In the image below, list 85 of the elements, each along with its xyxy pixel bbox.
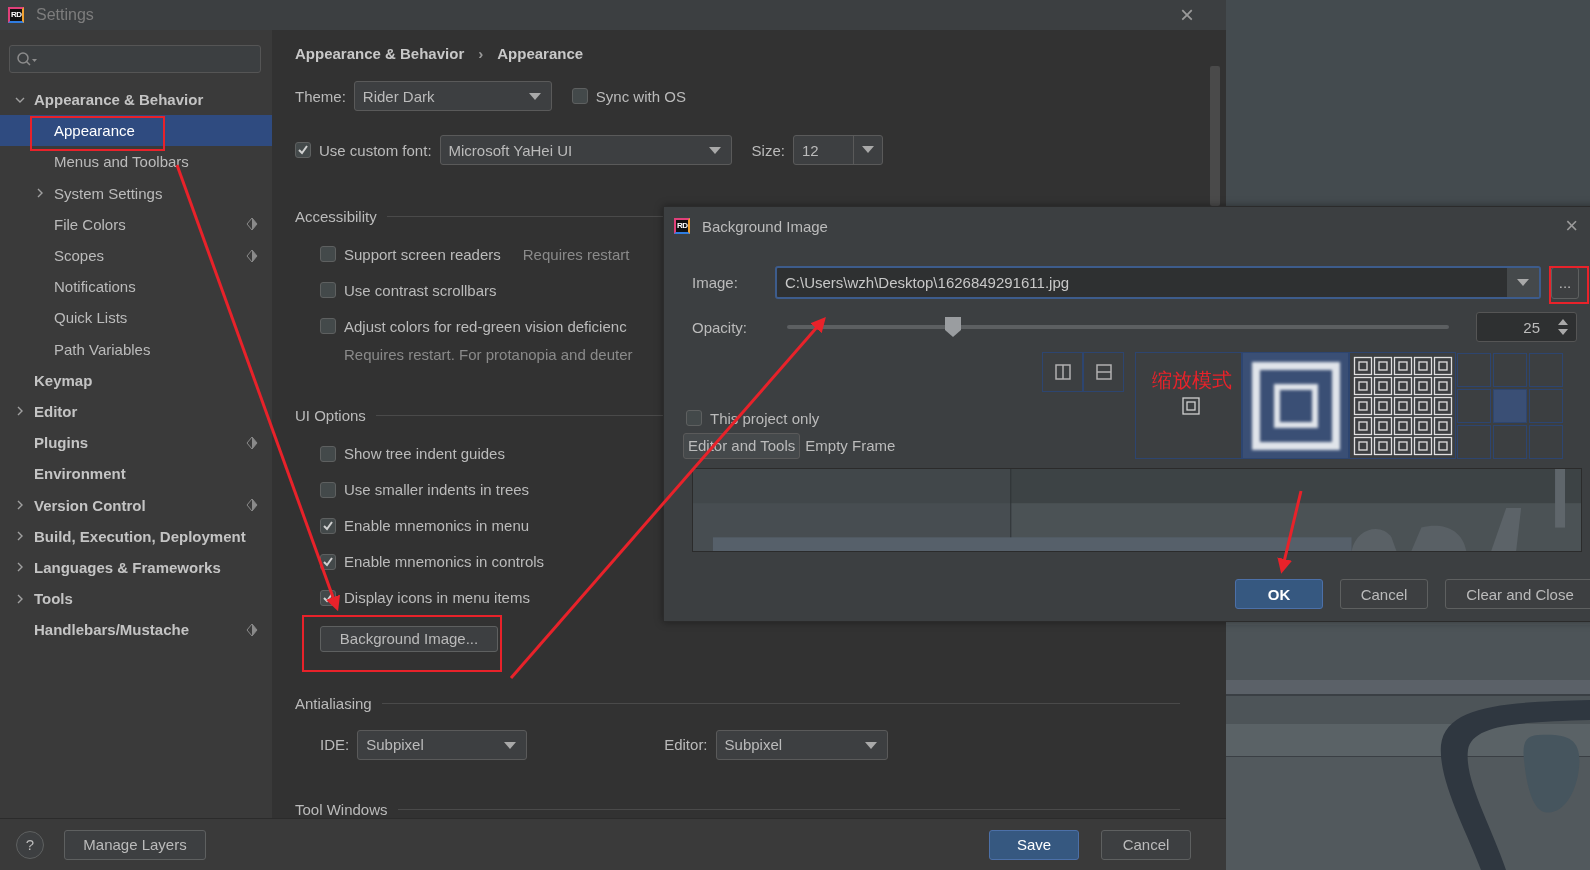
- checkbox[interactable]: [320, 481, 336, 498]
- editor-dropdown[interactable]: Subpixel: [715, 729, 888, 760]
- tree-item[interactable]: File Colors: [0, 208, 272, 240]
- checkbox[interactable]: [571, 88, 588, 105]
- flip-button[interactable]: [1042, 352, 1083, 392]
- note-text: Requires restart: [522, 245, 630, 263]
- row-split-icon: [1095, 364, 1112, 380]
- checkbox-label: Display icons in menu items: [344, 589, 530, 606]
- checkbox-label: Adjust colors for red-green vision deficienc: [344, 317, 627, 335]
- tree-item[interactable]: Notifications: [0, 271, 272, 303]
- checkbox-label: Sync with OS: [595, 87, 686, 105]
- checkbox[interactable]: [320, 246, 336, 263]
- tree-item[interactable]: Handlebars/Mustache: [0, 614, 272, 646]
- tree-item[interactable]: Editor: [0, 395, 272, 428]
- scrollbar[interactable]: [1210, 66, 1220, 206]
- checkbox-label: Show tree indent guides: [344, 445, 505, 462]
- checkbox-label: Use contrast scrollbars: [344, 281, 497, 299]
- background-image-button[interactable]: Background Image...: [320, 625, 498, 652]
- section-title: Accessibility: [295, 208, 377, 226]
- tree-item[interactable]: Tools: [0, 583, 272, 615]
- target-tab[interactable]: Empty Frame: [800, 433, 901, 459]
- tree-item[interactable]: Keymap: [0, 364, 272, 396]
- caret-icon: [708, 147, 721, 156]
- caret-icon: [861, 146, 874, 155]
- checkbox-label: Use smaller indents in trees: [344, 481, 530, 498]
- size-label: Size:: [751, 141, 785, 159]
- checkbox-label: Support screen readers: [344, 245, 501, 263]
- close-button[interactable]: ×: [1176, 3, 1198, 27]
- window-title: Settings: [36, 6, 94, 24]
- theme-dropdown[interactable]: Rider Dark: [353, 81, 552, 112]
- caret-icon: [504, 741, 517, 750]
- annotation-text: 缩放模式: [1152, 367, 1232, 394]
- editor-label: Editor:: [664, 736, 708, 754]
- app-logo: RD: [8, 7, 24, 23]
- tree-item[interactable]: Build, Execution, Deployment: [0, 520, 272, 552]
- section-title: Antialiasing: [295, 694, 372, 712]
- search-icon: [16, 51, 38, 67]
- checkbox-label: Enable mnemonics in controls: [344, 553, 545, 570]
- checkbox-label: Enable mnemonics in menu: [344, 517, 530, 534]
- manage-layers-button[interactable]: Manage Layers: [64, 829, 206, 860]
- tree-item[interactable]: Plugins: [0, 427, 272, 459]
- help-button[interactable]: ?: [16, 830, 44, 859]
- section-title: Tool Windows: [295, 800, 388, 818]
- tree-item[interactable]: Path Variables: [0, 333, 272, 365]
- font-dropdown[interactable]: Microsoft YaHei UI: [439, 135, 732, 166]
- slider-thumb[interactable]: [943, 316, 962, 338]
- tree-item[interactable]: Menus and Toolbars: [0, 146, 272, 178]
- column-split-icon: [1054, 364, 1071, 380]
- tree-item[interactable]: System Settings: [0, 177, 272, 209]
- breadcrumb-item: Appearance & Behavior: [295, 44, 465, 62]
- hint-text: Requires restart. For protanopia and deuter: [343, 345, 633, 366]
- checkbox[interactable]: [295, 142, 311, 159]
- app-logo: RD: [674, 218, 690, 234]
- tree-item[interactable]: Scopes: [0, 239, 272, 272]
- checkbox-label: This project only: [710, 409, 820, 427]
- opacity-label: Opacity:: [692, 318, 749, 336]
- checkbox-label: Use custom font:: [319, 141, 432, 159]
- tree-item[interactable]: Appearance & Behavior: [0, 84, 272, 116]
- small-square-icon: [1182, 397, 1200, 415]
- caret-icon: [864, 741, 877, 750]
- checkbox[interactable]: [320, 553, 336, 570]
- dialog-title: Background Image: [702, 217, 828, 235]
- flip-button[interactable]: [1083, 352, 1124, 392]
- section-title: UI Options: [295, 407, 366, 425]
- ide-dropdown[interactable]: Subpixel: [357, 729, 528, 760]
- checkbox[interactable]: [686, 410, 702, 426]
- checkbox[interactable]: [320, 318, 336, 335]
- cancel-button[interactable]: Cancel: [1101, 829, 1191, 860]
- checkbox[interactable]: [320, 282, 336, 299]
- size-dropdown[interactable]: 12: [792, 135, 883, 166]
- caret-icon: [528, 93, 541, 102]
- checkbox[interactable]: [320, 517, 336, 534]
- tree-item[interactable]: Version Control: [0, 489, 272, 521]
- image-label: Image:: [692, 274, 739, 291]
- ide-label: IDE:: [320, 736, 350, 754]
- search-field[interactable]: [9, 45, 261, 73]
- tree-item[interactable]: Quick Lists: [0, 302, 272, 334]
- tree-item[interactable]: Appearance: [0, 115, 272, 147]
- theme-label: Theme:: [295, 87, 346, 105]
- breadcrumb-item: Appearance: [497, 44, 584, 62]
- tree-item[interactable]: Environment: [0, 458, 272, 490]
- save-button[interactable]: Save: [989, 829, 1079, 860]
- breadcrumb-separator: ›: [478, 44, 484, 62]
- checkbox[interactable]: [320, 445, 336, 462]
- tree-item[interactable]: Languages & Frameworks: [0, 551, 272, 583]
